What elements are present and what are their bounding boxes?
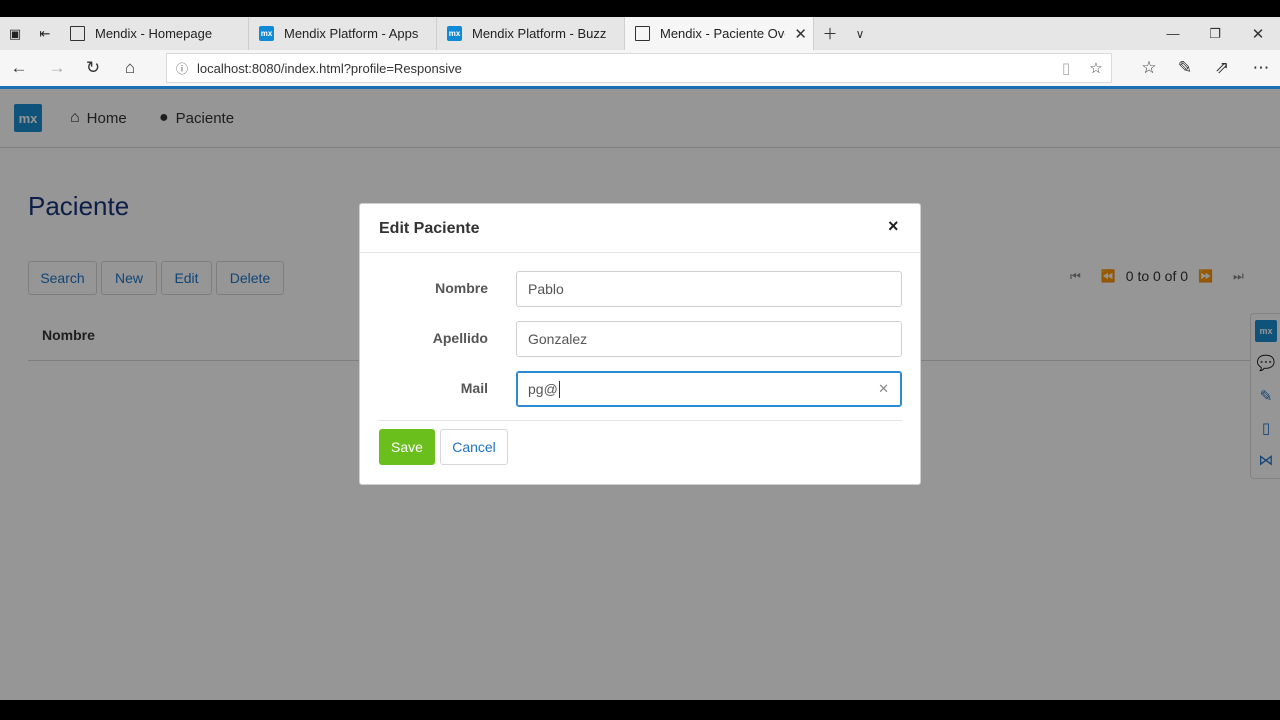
mail-value: pg@: [528, 381, 558, 397]
nombre-value: Pablo: [528, 281, 564, 297]
app-page: mx ⌂ Home ● Paciente Paciente Search New…: [0, 89, 1280, 700]
tab-paciente-overview[interactable]: Mendix - Paciente Over ✕: [625, 17, 814, 50]
tab-label: Mendix Platform - Apps: [284, 26, 419, 41]
home-icon[interactable]: ⌂: [112, 50, 148, 86]
apellido-value: Gonzalez: [528, 331, 588, 347]
minimize-icon[interactable]: —: [1158, 17, 1188, 50]
new-tab-icon[interactable]: ＋: [816, 17, 844, 50]
tab-mendix-homepage[interactable]: Mendix - Homepage: [60, 17, 249, 50]
set-tabs-aside-icon[interactable]: ⇤: [30, 17, 60, 50]
cancel-button[interactable]: Cancel: [440, 429, 508, 465]
browser-tab-bar: ▣ ⇤ Mendix - Homepage mx Mendix Platform…: [0, 17, 1280, 50]
chevron-down-icon[interactable]: ∨: [846, 17, 874, 50]
text-caret: [558, 380, 560, 398]
apellido-label: Apellido: [432, 330, 488, 346]
address-url[interactable]: localhost:8080/index.html?profile=Respon…: [197, 61, 1051, 76]
page-icon: [70, 26, 85, 41]
save-button[interactable]: Save: [379, 429, 435, 465]
back-icon[interactable]: ←: [1, 50, 37, 86]
edit-paciente-dialog: Edit Paciente × Nombre Pablo Apellido Go…: [359, 203, 921, 485]
screen: ▣ ⇤ Mendix - Homepage mx Mendix Platform…: [0, 0, 1280, 720]
refresh-icon[interactable]: ↻: [75, 50, 111, 86]
share-icon[interactable]: ⇗: [1204, 50, 1240, 86]
mail-field[interactable]: pg@ ✕: [516, 371, 902, 407]
nombre-field[interactable]: Pablo: [516, 271, 902, 307]
clear-input-icon[interactable]: ✕: [878, 381, 889, 397]
more-icon[interactable]: ⋯: [1243, 50, 1279, 86]
mail-label: Mail: [460, 380, 488, 396]
web-note-icon[interactable]: ✎: [1167, 50, 1203, 86]
tab-label: Mendix Platform - Buzz: [472, 26, 607, 41]
tab-label: Mendix - Paciente Over: [660, 26, 785, 41]
close-window-icon[interactable]: ✕: [1243, 17, 1273, 50]
dialog-title: Edit Paciente: [379, 220, 480, 237]
forward-icon[interactable]: →: [39, 50, 75, 86]
close-tab-icon[interactable]: ✕: [794, 25, 807, 43]
footer-divider: [379, 420, 902, 421]
tab-mendix-buzz[interactable]: mx Mendix Platform - Buzz: [437, 17, 625, 50]
close-icon[interactable]: ×: [888, 216, 899, 237]
tab-actions-icon[interactable]: ▣: [0, 17, 30, 50]
mx-icon: mx: [259, 26, 274, 41]
info-icon[interactable]: ⓘ: [167, 60, 197, 77]
dialog-divider: [360, 252, 920, 253]
address-bar[interactable]: ⓘ localhost:8080/index.html?profile=Resp…: [166, 53, 1112, 83]
restore-icon[interactable]: ❐: [1200, 17, 1230, 50]
tab-label: Mendix - Homepage: [95, 26, 213, 41]
page-icon: [635, 26, 650, 41]
nombre-label: Nombre: [435, 280, 488, 296]
tab-mendix-apps[interactable]: mx Mendix Platform - Apps: [249, 17, 437, 50]
reading-view-icon[interactable]: ▯: [1051, 59, 1081, 77]
mx-icon: mx: [447, 26, 462, 41]
apellido-field[interactable]: Gonzalez: [516, 321, 902, 357]
favorite-star-icon[interactable]: ☆: [1081, 59, 1111, 77]
browser-nav-bar: ← → ↻ ⌂ ⓘ localhost:8080/index.html?prof…: [0, 50, 1280, 86]
favorites-hub-icon[interactable]: ☆: [1131, 50, 1167, 86]
